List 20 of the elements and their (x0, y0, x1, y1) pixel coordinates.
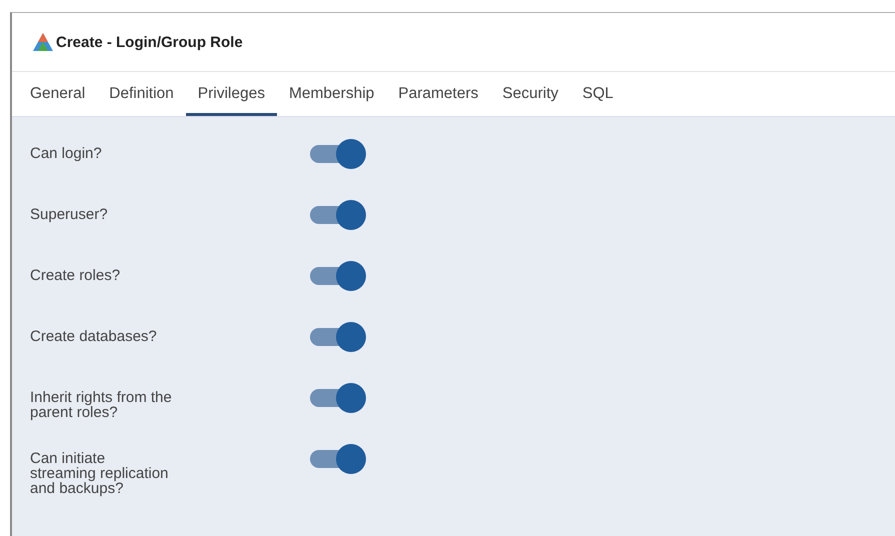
tab[interactable]: Membership (276, 72, 386, 116)
tab[interactable]: Parameters (386, 72, 490, 116)
toggle-switch[interactable] (308, 200, 366, 230)
toggle-switch[interactable] (308, 261, 366, 291)
toggle-switch[interactable] (308, 322, 366, 352)
privilege-label: Can initiate streaming replication and backups? (30, 449, 170, 496)
privilege-label: Can login? (30, 144, 103, 161)
toggle-switch[interactable] (308, 383, 366, 413)
privilege-label: Superuser? (30, 205, 109, 222)
toggle-switch[interactable] (308, 139, 366, 169)
privilege-label: Create databases? (30, 327, 158, 344)
window-title: Create - Login/Group Role (56, 34, 243, 50)
tab[interactable]: Security (490, 72, 570, 116)
toggle-switch[interactable] (308, 444, 366, 474)
tab[interactable]: Definition (97, 72, 186, 116)
privilege-label: Create roles? (30, 266, 122, 283)
tab[interactable]: General (18, 72, 98, 116)
tab[interactable]: SQL (570, 72, 626, 116)
logo-icon (32, 32, 54, 52)
privilege-label: Inherit rights from the parent roles? (30, 388, 173, 420)
